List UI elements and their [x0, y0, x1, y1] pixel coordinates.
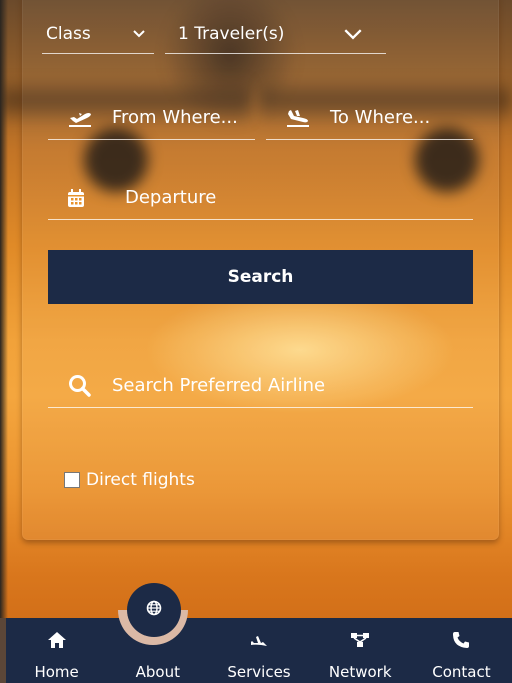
travelers-select-value: 1 Traveler(s) [178, 23, 285, 44]
to-where-placeholder: To Where... [330, 107, 431, 128]
to-where-input[interactable]: To Where... [266, 96, 473, 140]
globe-icon [146, 600, 162, 620]
nav-item-network[interactable]: Network [310, 618, 411, 683]
from-where-placeholder: From Where... [112, 107, 238, 128]
class-select[interactable]: Class [42, 14, 154, 54]
nav-label-services: Services [227, 663, 291, 681]
class-select-value: Class [46, 23, 91, 44]
calendar-icon [48, 188, 104, 208]
network-icon [350, 629, 370, 651]
nav-label-home: Home [34, 663, 79, 681]
home-icon [47, 629, 67, 651]
chevron-down-icon [133, 29, 145, 37]
preferred-airline-input[interactable]: Search Preferred Airline [48, 364, 473, 408]
travelers-select[interactable]: 1 Traveler(s) [165, 14, 386, 54]
search-icon [48, 374, 112, 398]
nav-item-home[interactable]: Home [6, 618, 107, 683]
about-badge[interactable] [127, 583, 181, 637]
services-icon [249, 629, 269, 651]
chevron-down-icon [344, 28, 362, 39]
phone-icon [452, 629, 470, 651]
direct-flights-label: Direct flights [86, 470, 195, 490]
search-button[interactable]: Search [48, 250, 473, 304]
nav-label-contact: Contact [432, 663, 491, 681]
nav-item-contact[interactable]: Contact [411, 618, 512, 683]
direct-flights-checkbox[interactable] [64, 472, 80, 488]
nav-label-network: Network [328, 663, 392, 681]
plane-arrival-icon [266, 108, 330, 128]
direct-flights-option[interactable]: Direct flights [64, 470, 195, 490]
nav-item-services[interactable]: Services [208, 618, 309, 683]
departure-date-input[interactable]: Departure [48, 176, 473, 220]
bottom-nav: Home About Services Network Contact [6, 618, 512, 683]
from-where-input[interactable]: From Where... [48, 96, 255, 140]
plane-departure-icon [48, 108, 112, 128]
preferred-airline-placeholder: Search Preferred Airline [112, 375, 326, 396]
departure-placeholder: Departure [125, 187, 217, 208]
nav-label-about: About [135, 663, 180, 681]
background-edge-shadow [0, 0, 8, 620]
